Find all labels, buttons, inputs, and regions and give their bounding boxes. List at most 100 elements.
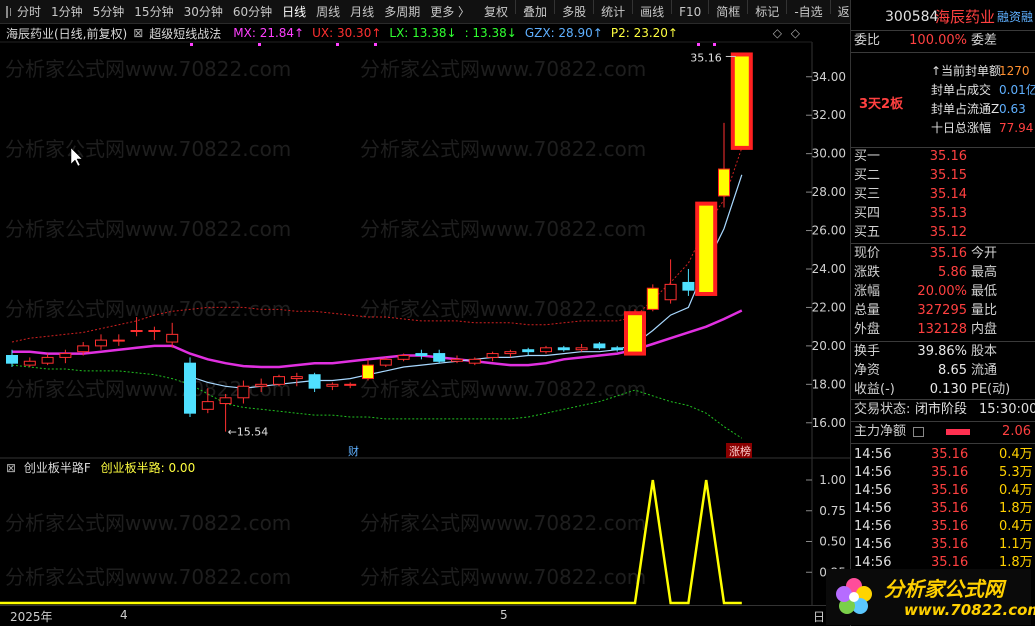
period-tab-1[interactable]: 1分钟 [46,0,88,24]
panel-toggle-icon[interactable] [6,5,11,18]
bid-price: 35.12 [929,225,967,240]
period-tab-0[interactable]: 分时 [12,0,46,24]
candle-body [451,358,463,362]
period-tab-10[interactable]: 更多 〉 [425,0,475,24]
toolbar-action-6[interactable]: 简框 [711,0,745,24]
period-tab-5[interactable]: 60分钟 [228,0,277,24]
candle-body [184,362,196,414]
watermark-text: 分析家公式网www.70822.com [360,57,646,81]
committee-label: 委比 [854,33,881,48]
candle-body [522,349,535,353]
stat-value: 39.86% [917,344,967,359]
date-month-5: 5 [500,608,508,622]
series-line-gzx [189,174,743,389]
tick-volume: 0.4万 [999,447,1033,462]
period-tab-4[interactable]: 30分钟 [179,0,228,24]
candle-body [486,353,499,358]
watermark-text: 分析家公式网www.70822.com [360,377,646,401]
tick-row: 14:56 35.16 0.4万 [851,482,1035,500]
quote-value: 5.86 [938,265,967,280]
date-unit[interactable]: 日 [813,608,825,625]
candle-body [41,356,54,364]
toolbar-action-1[interactable]: 叠加 [518,0,552,24]
price-axis-label: 18.00 [812,377,846,391]
period-tab-8[interactable]: 月线 [345,0,379,24]
seal-value: 0.01亿 [999,83,1035,97]
toolbar-action-3[interactable]: 统计 [596,0,630,24]
tick-price: 35.16 [931,483,969,498]
tick-row: 14:56 35.16 0.4万 [851,518,1035,536]
candle-body [255,383,268,387]
candle-body [682,281,695,291]
stat-row: 收益(-) 0.130 PE(动) [851,381,1035,399]
candle-body [540,347,552,353]
stat-label-2: PE(动) [971,382,1011,397]
lower-axis-label: 0.50 [819,535,846,549]
price-axis-label: 28.00 [812,185,846,199]
candle-body [326,383,339,387]
toolbar-action-4[interactable]: 画线 [635,0,669,24]
signal-dot [713,43,716,46]
signal-dot [697,43,700,46]
lower-indicator-value: 创业板半路: 0.00 [100,461,196,475]
bid-row: 买一 35.16 [851,148,1035,166]
watermark-text: 分析家公式网www.70822.com [360,511,646,535]
seal-value: 77.94 [999,121,1034,135]
candle-body [664,283,677,301]
high-label: 35.16 [690,51,722,64]
watermark-text: 分析家公式网www.70822.com [360,217,646,241]
quote-label-2: 最低 [971,284,998,299]
tick-time: 14:56 [854,465,892,480]
watermark-text: 分析家公式网www.70822.com [5,217,291,241]
toolbar-action-5[interactable]: F10 [674,0,706,24]
quote-row: 总量 327295 量比 [851,302,1035,320]
quote-label-2: 量比 [971,303,998,318]
period-tab-7[interactable]: 周线 [311,0,345,24]
period-tab-3[interactable]: 15分钟 [129,0,178,24]
seal-label: 封单占成交 [931,83,992,97]
site-logo: 分析家公式网 www.70822.com [826,569,1035,625]
period-tab-2[interactable]: 5分钟 [88,0,130,24]
candle-body [290,376,303,380]
watermark-text: 分析家公式网www.70822.com [360,565,646,589]
lower-close-icon[interactable]: ⊠ [6,461,16,475]
quote-row: 涨跌 5.86 最高 [851,264,1035,282]
quote-row: 外盘 132128 内盘 [851,321,1035,339]
stat-row: 净资 8.65 流通 [851,362,1035,380]
toolbar-action-2[interactable]: 多股 [557,0,591,24]
tick-price: 35.16 [931,537,969,552]
kline-chart[interactable]: 分析家公式网www.70822.com 分析家公式网www.70822.com 分析… [0,24,850,605]
period-tab-6[interactable]: 日线 [277,0,311,24]
committee-value: 100.00% [909,33,967,48]
period-tab-9[interactable]: 多周期 [379,0,425,24]
watermark-layer: 分析家公式网www.70822.com 分析家公式网www.70822.com 分析… [5,57,646,589]
net-flow-value: 2.06 [1002,424,1031,439]
stat-label: 换手 [854,344,881,359]
watermark-text: 分析家公式网www.70822.com [5,511,291,535]
tick-time: 14:56 [854,519,892,534]
grid-icon[interactable] [913,427,924,437]
toolbar-action-7[interactable]: 标记 [750,0,784,24]
tick-volume: 0.4万 [999,519,1033,534]
divider [593,0,595,14]
bid-price: 35.16 [929,149,967,164]
candle-body [273,376,285,385]
margin-tag[interactable]: 融资融 [997,6,1033,28]
candle-body [308,374,321,389]
candle-limit-up [695,201,718,296]
seal-row: 十日总涨幅 77.94 [851,119,1035,137]
toolbar-action-8[interactable]: -自选 [789,0,827,24]
candle-body [130,330,143,333]
signal-dot [190,43,193,46]
candle-body [646,287,659,310]
candle-body [201,401,214,410]
quote-value: 327295 [917,303,967,318]
stat-label-2: 股本 [971,344,998,359]
tick-row: 14:56 35.16 1.1万 [851,536,1035,554]
candle-body [397,354,410,360]
toolbar-action-0[interactable]: 复权 [479,0,513,24]
lower-indicator-title[interactable]: 创业板半路F [24,461,91,475]
signal-dot [374,43,377,46]
quote-row: 现价 35.16 今开 [851,245,1035,263]
divider [708,0,710,14]
